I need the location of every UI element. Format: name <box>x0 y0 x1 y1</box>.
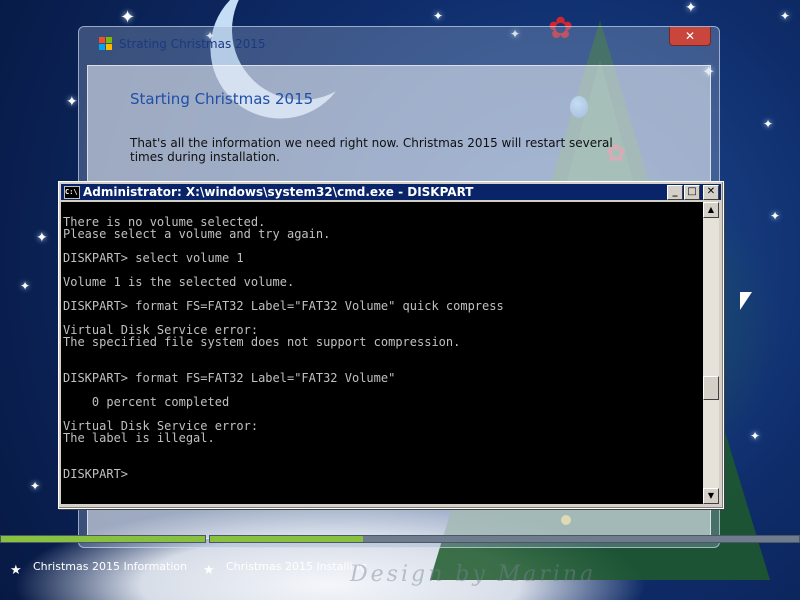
step-star-icon: ★ <box>203 563 215 578</box>
console-line: The label is illegal. <box>63 431 215 445</box>
console-line: Volume 1 is the selected volume. <box>63 275 295 289</box>
cmd-window[interactable]: C:\ Administrator: X:\windows\system32\c… <box>58 181 724 509</box>
status-step-installing: Christmas 2015 Installing <box>226 560 367 573</box>
console-lines: There is no volume selected. Please selec… <box>61 202 703 480</box>
star-decoration: ✦ <box>20 279 31 293</box>
console-line: DISKPART> select volume 1 <box>63 251 244 265</box>
progress-fill <box>210 536 364 542</box>
console-line: DISKPART> <box>63 467 129 481</box>
console-line: Please select a volume and try again. <box>63 227 331 241</box>
console-line: The specified file system does not suppo… <box>63 335 461 349</box>
star-decoration: ✦ <box>30 479 41 493</box>
console-output[interactable]: There is no volume selected. Please selec… <box>61 202 703 504</box>
scroll-down-arrow-icon[interactable]: ▼ <box>703 488 719 504</box>
star-decoration: ✦ <box>36 230 48 246</box>
scroll-thumb[interactable] <box>703 376 719 400</box>
console-line: DISKPART> format FS=FAT32 Label="FAT32 V… <box>63 299 504 313</box>
star-decoration: ✦ <box>770 209 781 223</box>
vertical-scrollbar[interactable]: ▲ ▼ <box>703 202 719 504</box>
cmd-titlebar[interactable]: C:\ Administrator: X:\windows\system32\c… <box>61 184 721 200</box>
star-decoration: ✦ <box>685 0 697 16</box>
minimize-button[interactable]: _ <box>667 185 683 200</box>
status-step-information: Christmas 2015 Information <box>33 560 188 573</box>
setup-heading: Starting Christmas 2015 <box>130 90 314 108</box>
setup-close-button[interactable]: ✕ <box>669 27 711 46</box>
cmd-window-title: Administrator: X:\windows\system32\cmd.e… <box>83 185 474 199</box>
setup-window-title: Strating Christmas 2015 <box>119 37 266 51</box>
progress-segment-installing <box>209 535 800 543</box>
close-button[interactable]: ✕ <box>703 185 719 200</box>
setup-progress <box>0 535 800 543</box>
setup-info-text: That's all the information we need right… <box>130 136 613 164</box>
console-line: DISKPART> format FS=FAT32 Label="FAT32 V… <box>63 371 396 385</box>
progress-segment-information <box>0 535 206 543</box>
maximize-button[interactable]: □ <box>684 185 700 200</box>
windows-logo-icon <box>99 37 113 51</box>
star-decoration: ✦ <box>780 9 791 23</box>
progress-fill <box>1 536 205 542</box>
scroll-up-arrow-icon[interactable]: ▲ <box>703 202 719 218</box>
console-line: 0 percent completed <box>63 395 230 409</box>
cmd-icon[interactable]: C:\ <box>64 186 80 199</box>
mouse-pointer-icon <box>740 292 752 310</box>
step-star-icon: ★ <box>10 563 22 578</box>
star-decoration: ✦ <box>750 429 761 443</box>
star-decoration: ✦ <box>763 117 774 131</box>
star-decoration: ✦ <box>433 9 444 23</box>
watermark: Design by Marina <box>350 562 597 587</box>
star-decoration: ✦ <box>120 7 136 28</box>
star-decoration: ✦ <box>66 94 78 110</box>
